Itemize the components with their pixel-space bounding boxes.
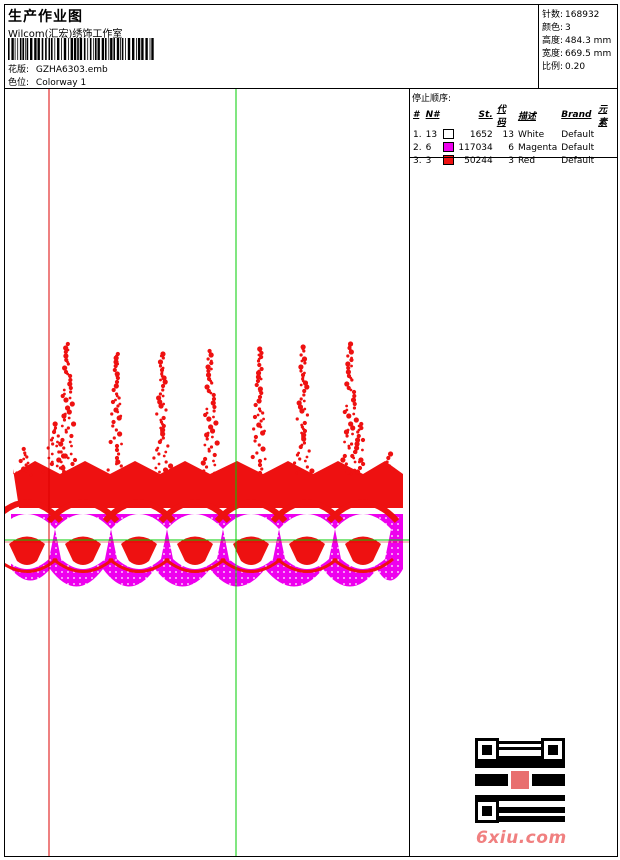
col-code: 代码 — [496, 105, 506, 128]
design-info: 花版: GZHA6303.emb — [8, 62, 108, 75]
col-needle: N# — [425, 110, 440, 120]
panel-divider — [410, 157, 617, 158]
color-swatch-white — [443, 129, 455, 140]
qr-code — [475, 738, 565, 823]
design-file: GZHA6303.emb — [35, 65, 108, 75]
sheet-title: 生产作业图 — [8, 9, 83, 25]
stat-height: 高度: 484.3 mm — [542, 36, 612, 46]
stat-width: 宽度: 669.5 mm — [542, 49, 612, 59]
colorway-name: Colorway 1 — [35, 78, 87, 88]
table-row: 1. 13 1652 13 White Default — [413, 129, 595, 140]
colorway-info: 色位: Colorway 1 — [8, 75, 86, 88]
stat-scale: 比例: 0.20 — [542, 62, 586, 72]
table-row: 3. 3 50244 3 Red Default — [413, 155, 595, 166]
colorway-label: 色位: — [8, 78, 30, 88]
table-row: 2. 6 117034 6 Magenta Default — [413, 142, 595, 153]
red-arches — [5, 499, 400, 573]
col-index: # — [413, 110, 420, 120]
col-element: 元素 — [598, 105, 608, 128]
design-label: 花版: — [8, 65, 30, 75]
col-brand: Brand — [561, 110, 592, 120]
stats-panel: 针数: 168932 颜色: 3 高度: 484.3 mm 宽度: 669.5 mm 比… — [539, 5, 617, 89]
color-swatch-magenta — [443, 142, 455, 153]
embroidery-design — [5, 89, 409, 856]
embroidery-canvas — [5, 89, 410, 856]
red-floral-sprays — [15, 341, 396, 477]
barcode — [8, 38, 154, 60]
col-swatch — [441, 102, 456, 128]
production-sheet: 生产作业图 Wilcom(汇宏)绣饰工作室 花版: GZHA6303.emb 色… — [4, 4, 618, 857]
header-panel: 生产作业图 Wilcom(汇宏)绣饰工作室 花版: GZHA6303.emb 色… — [5, 5, 539, 89]
site-watermark: 6xiu.com — [476, 828, 567, 848]
col-description: 描述 — [517, 111, 536, 122]
stat-colors: 颜色: 3 — [542, 23, 571, 33]
color-table-header: # N# St. 代码 描述 Brand 元素 — [411, 102, 617, 128]
col-stitches: St. — [478, 110, 493, 120]
stat-stitches: 针数: 168932 — [542, 10, 600, 20]
